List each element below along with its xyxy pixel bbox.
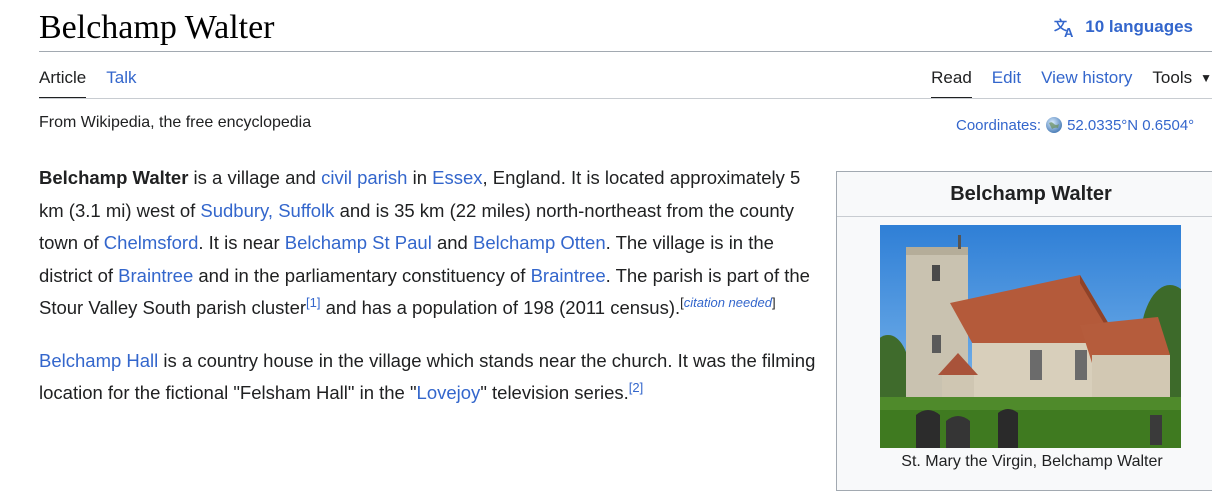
link-belchamp-hall[interactable]: Belchamp Hall (39, 350, 158, 371)
chevron-down-icon: ▼ (1200, 71, 1212, 85)
text: in (407, 167, 433, 188)
citation-needed-link[interactable]: citation needed (684, 295, 772, 310)
tab-read[interactable]: Read (931, 66, 972, 99)
view-tabs: Read Edit View history Tools ▼ (931, 66, 1212, 99)
site-tagline: From Wikipedia, the free encyclopedia (39, 114, 312, 131)
text: " television series. (480, 382, 629, 403)
infobox-caption: St. Mary the Virgin, Belchamp Walter (901, 453, 1163, 470)
ref-link-2[interactable]: [2] (629, 380, 643, 395)
infobox-title: Belchamp Walter (837, 172, 1212, 217)
link-braintree-district[interactable]: Braintree (118, 265, 193, 286)
citation-needed: [citation needed] (680, 295, 775, 310)
infobox: Belchamp Walter St. Mary the Virgin, Bel… (836, 171, 1212, 491)
subject-bold: Belchamp Walter (39, 167, 189, 188)
paragraph-2: Belchamp Hall is a country house in the … (39, 345, 819, 410)
tools-menu[interactable]: Tools ▼ (1152, 66, 1212, 99)
paragraph-1: Belchamp Walter is a village and civil p… (39, 162, 819, 325)
link-braintree-constituency[interactable]: Braintree (531, 265, 606, 286)
link-civil-parish[interactable]: civil parish (321, 167, 407, 188)
link-essex[interactable]: Essex (432, 167, 482, 188)
tabs-divider (39, 98, 1212, 99)
reference-2: [2] (629, 380, 643, 395)
link-belchamp-otten[interactable]: Belchamp Otten (473, 232, 606, 253)
church-photo[interactable] (880, 225, 1181, 448)
translate-icon: 文 A (1054, 18, 1074, 39)
article-body: Belchamp Walter is a village and civil p… (39, 162, 819, 410)
link-lovejoy[interactable]: Lovejoy (417, 382, 481, 403)
language-count: 10 languages (1085, 17, 1193, 36)
coordinates-value[interactable]: 52.0335°N 0.6504° (1067, 117, 1194, 134)
bracket: ] (771, 294, 776, 310)
coordinates: Coordinates: 52.0335°N 0.6504° (956, 116, 1194, 134)
globe-icon[interactable] (1045, 116, 1063, 134)
text: is a village and (188, 167, 322, 188)
svg-text:A: A (1064, 25, 1074, 39)
language-button[interactable]: 文 A 10 languages (1053, 15, 1193, 39)
tools-label: Tools (1152, 68, 1193, 87)
coordinates-label[interactable]: Coordinates: (956, 117, 1041, 134)
text: and in the parliamentary constituency of (193, 264, 531, 286)
title-divider (39, 51, 1212, 52)
text: . It is near (198, 232, 285, 253)
text: and (431, 232, 473, 253)
link-chelmsford[interactable]: Chelmsford (104, 232, 199, 253)
tab-view-history[interactable]: View history (1041, 66, 1132, 99)
link-sudbury[interactable]: Sudbury, Suffolk (200, 200, 334, 221)
text: and has a population of 198 (2011 census… (320, 297, 681, 318)
tab-talk[interactable]: Talk (106, 66, 136, 99)
tab-edit[interactable]: Edit (992, 66, 1021, 99)
ref-link-1[interactable]: [1] (306, 295, 320, 310)
reference-1: [1] (306, 295, 320, 310)
tab-article[interactable]: Article (39, 66, 87, 99)
link-belchamp-st-paul[interactable]: Belchamp St Paul (285, 232, 432, 253)
page-title: Belchamp Walter (39, 9, 275, 46)
namespace-tabs: Article Talk (39, 66, 136, 99)
